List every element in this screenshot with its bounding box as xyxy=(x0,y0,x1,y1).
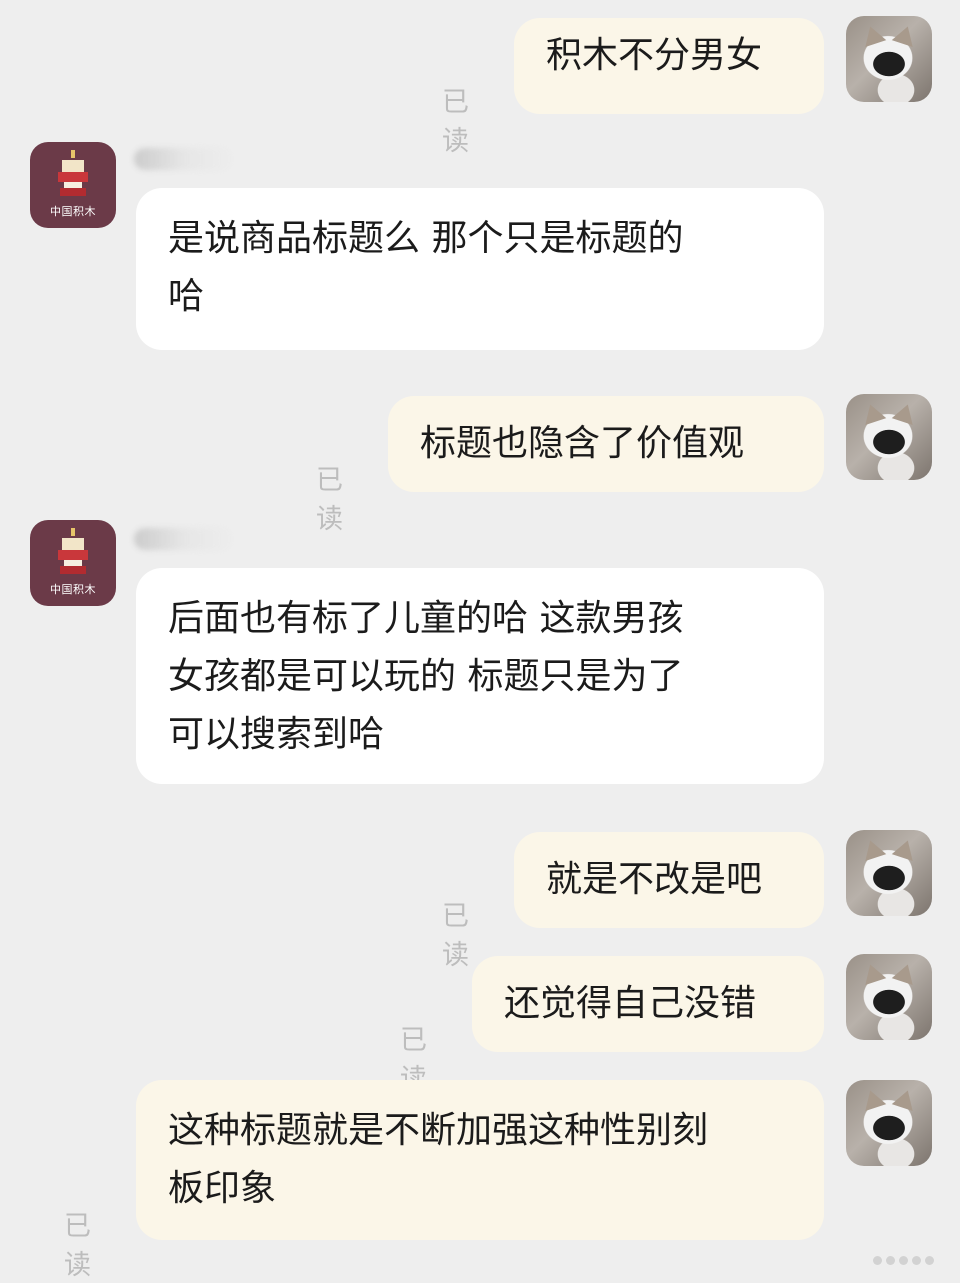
lion-dance-logo-icon xyxy=(58,150,88,196)
user-avatar[interactable] xyxy=(846,830,932,916)
user-avatar[interactable] xyxy=(846,1080,932,1166)
read-receipt: 已读 xyxy=(442,87,471,157)
shop-avatar-label: 中国积木 xyxy=(50,205,96,218)
user-avatar[interactable] xyxy=(846,954,932,1040)
message-line: 可以搜索到哈 xyxy=(168,714,385,755)
sender-name-blurred xyxy=(134,148,234,170)
message-text: 标题也隐含了价值观 xyxy=(420,423,745,464)
message-bubble[interactable]: 标题也隐含了价值观 xyxy=(388,396,824,492)
page-indicator-dots xyxy=(873,1256,934,1265)
message-bubble[interactable]: 就是不改是吧 xyxy=(514,832,824,928)
message-text: 积木不分男女 xyxy=(546,35,763,76)
dot xyxy=(873,1256,882,1265)
message-line: 后面也有标了儿童的哈 这款男孩 xyxy=(168,598,684,639)
message-bubble[interactable]: 还觉得自己没错 xyxy=(472,956,824,1052)
shop-avatar[interactable]: 中国积木 xyxy=(30,520,116,606)
message-bubble[interactable]: 是说商品标题么 那个只是标题的 哈 xyxy=(136,188,824,350)
lion-dance-logo-icon xyxy=(58,528,88,574)
dot xyxy=(899,1256,908,1265)
dot xyxy=(925,1256,934,1265)
message-bubble[interactable]: 这种标题就是不断加强这种性别刻 板印象 xyxy=(136,1080,824,1240)
read-receipt: 已读 xyxy=(316,465,345,535)
message-bubble[interactable]: 积木不分男女 xyxy=(514,18,824,114)
dot xyxy=(886,1256,895,1265)
message-bubble[interactable]: 后面也有标了儿童的哈 这款男孩 女孩都是可以玩的 标题只是为了 可以搜索到哈 xyxy=(136,568,824,784)
user-avatar[interactable] xyxy=(846,394,932,480)
shop-avatar-label: 中国积木 xyxy=(50,583,96,596)
message-line: 板印象 xyxy=(168,1168,277,1209)
message-line: 哈 xyxy=(168,276,205,317)
message-line: 是说商品标题么 那个只是标题的 xyxy=(168,218,684,259)
shop-avatar[interactable]: 中国积木 xyxy=(30,142,116,228)
message-text: 就是不改是吧 xyxy=(546,859,763,900)
user-avatar[interactable] xyxy=(846,16,932,102)
sender-name-blurred xyxy=(134,528,234,550)
chat-screen: { "messages": [ {"side": "outgoing", "te… xyxy=(0,0,960,1283)
read-receipt: 已读 xyxy=(64,1211,93,1281)
message-line: 女孩都是可以玩的 标题只是为了 xyxy=(168,656,684,697)
message-line: 这种标题就是不断加强这种性别刻 xyxy=(168,1110,709,1151)
read-receipt: 已读 xyxy=(442,901,471,971)
dot xyxy=(912,1256,921,1265)
message-text: 还觉得自己没错 xyxy=(504,983,757,1024)
